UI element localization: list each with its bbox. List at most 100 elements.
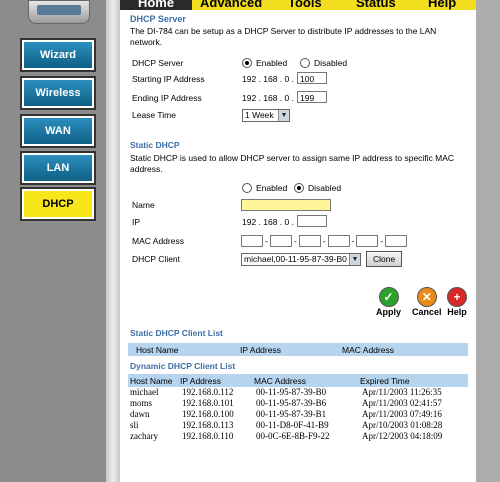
table-row: dawn 192.168.0.100 00-11-95-87-39-B1 Apr… <box>130 409 470 420</box>
lease-time-select[interactable]: 1 Week ▼ <box>242 108 290 122</box>
dhcp-disabled-option[interactable]: Disabled <box>300 58 347 68</box>
static-name-row: Name <box>128 197 470 213</box>
cell-expired: Apr/12/2003 04:18:09 <box>362 431 443 441</box>
col-ip-address: IP Address <box>180 375 221 386</box>
clone-button[interactable]: Clone <box>366 251 403 267</box>
dhcp-enabled-option[interactable]: Enabled <box>242 58 287 68</box>
divider <box>106 0 120 482</box>
start-ip-prefix: 192 . 168 . 0 . <box>242 74 294 84</box>
dynamic-list-header: Host Name IP Address MAC Address Expired… <box>128 374 468 387</box>
static-ip-row: IP 192 . 168 . 0 . <box>128 214 470 230</box>
table-row: zachary 192.168.0.110 00-0C-6E-8B-F9-22 … <box>130 431 470 442</box>
mac-address-inputs: - - - - - <box>241 235 408 247</box>
sidebar-item-label: WAN <box>45 125 71 137</box>
mac-input-5[interactable] <box>356 235 379 247</box>
cell-ip: 192.168.0.101 <box>182 398 234 408</box>
x-icon: ✕ <box>416 287 437 307</box>
mac-input-1[interactable] <box>241 235 263 247</box>
mac-sep: - <box>293 236 297 246</box>
section-title-dynamic-list: Dynamic DHCP Client List <box>130 361 236 371</box>
cell-ip: 192.168.0.110 <box>182 431 234 441</box>
mac-sep: - <box>265 236 268 246</box>
radio-static-enabled[interactable] <box>242 183 252 193</box>
mac-input-4[interactable] <box>327 235 350 247</box>
sidebar-item-label: Wireless <box>35 87 81 99</box>
cell-ip: 192.168.0.113 <box>182 420 234 430</box>
radio-disabled[interactable] <box>300 58 310 68</box>
router-image <box>28 0 90 24</box>
sidebar-item-dhcp[interactable]: DHCP <box>22 189 94 219</box>
start-ip-label: Starting IP Address <box>132 74 205 84</box>
end-ip-label: Ending IP Address <box>132 93 202 103</box>
sidebar-item-wizard[interactable]: Wizard <box>22 40 94 70</box>
radio-enabled-label: Enabled <box>256 58 288 68</box>
col-host-name: Host Name <box>130 375 173 386</box>
cell-mac: 00-0C-6E-8B-F9-22 <box>256 431 330 441</box>
name-label: Name <box>132 200 155 210</box>
sidebar-item-wireless[interactable]: Wireless <box>22 78 94 108</box>
left-nav-panel: Wizard Wireless WAN LAN DHCP <box>0 0 106 482</box>
cell-ip: 192.168.0.112 <box>182 387 234 397</box>
static-mac-row: MAC Address - - - - - <box>128 233 470 249</box>
mac-label: MAC Address <box>132 236 184 246</box>
end-ip-prefix: 192 . 168 . 0 . <box>242 93 294 103</box>
chevron-down-icon: ▼ <box>349 253 360 265</box>
col-expired-time: Expired Time <box>360 375 410 386</box>
apply-label: Apply <box>376 307 402 317</box>
dynamic-list-body: michael 192.168.0.112 00-11-95-87-39-B0 … <box>130 387 470 442</box>
cell-mac: 00-11-D8-0F-41-B9 <box>256 420 329 430</box>
tab-home[interactable]: Home <box>120 0 192 10</box>
mac-input-6[interactable] <box>385 235 408 247</box>
mac-sep: - <box>380 236 384 246</box>
radio-static-disabled[interactable] <box>294 183 304 193</box>
dhcp-client-value: michael,00-11-95-87-39-B0 <box>244 254 347 264</box>
right-margin-panel <box>476 0 500 482</box>
sidebar-item-wan[interactable]: WAN <box>22 116 94 146</box>
col-mac-address: MAC Address <box>254 375 306 386</box>
static-enabled-option[interactable]: Enabled <box>242 183 287 193</box>
tab-tools[interactable]: Tools <box>288 0 322 10</box>
dhcp-client-row: DHCP Client michael,00-11-95-87-39-B0 ▼ C… <box>128 251 470 267</box>
apply-button[interactable]: ✓ Apply <box>376 287 401 317</box>
table-row: sli 192.168.0.113 00-11-D8-0F-41-B9 Apr/… <box>130 420 470 431</box>
top-tabs: Home Advanced Tools Status Help <box>120 0 476 10</box>
cell-expired: Apr/11/2003 02:41:57 <box>362 398 442 408</box>
dhcp-server-label: DHCP Server <box>132 58 184 68</box>
help-button[interactable]: + Help <box>447 287 467 317</box>
cell-ip: 192.168.0.100 <box>182 409 234 419</box>
cell-host: zachary <box>130 431 158 441</box>
tab-status[interactable]: Status <box>356 0 396 10</box>
static-state-row: Enabled Disabled <box>128 180 470 196</box>
name-input[interactable] <box>241 199 331 211</box>
main-panel: Home Advanced Tools Status Help DHCP Ser… <box>120 0 476 482</box>
dhcp-content: DHCP Server The DI-784 can be setup as a… <box>128 12 470 48</box>
section-title-static-dhcp: Static DHCP <box>130 140 180 150</box>
cancel-label: Cancel <box>412 307 442 317</box>
end-ip-input[interactable]: 199 <box>297 91 327 103</box>
sidebar-item-lan[interactable]: LAN <box>22 153 94 183</box>
tab-advanced[interactable]: Advanced <box>200 0 262 10</box>
mac-sep: - <box>351 236 355 246</box>
col-mac-address: MAC Address <box>342 344 394 355</box>
help-label: Help <box>447 307 467 317</box>
dhcp-client-label: DHCP Client <box>132 254 181 264</box>
mac-input-2[interactable] <box>269 235 292 247</box>
mac-input-3[interactable] <box>298 235 321 247</box>
radio-enabled[interactable] <box>242 58 252 68</box>
static-ip-prefix: 192 . 168 . 0 . <box>242 217 294 227</box>
cell-expired: Apr/11/2003 11:26:35 <box>362 387 442 397</box>
static-disabled-option[interactable]: Disabled <box>294 183 341 193</box>
lease-time-row: Lease Time 1 Week ▼ <box>128 107 470 123</box>
mac-sep: - <box>322 236 326 246</box>
cell-expired: Apr/10/2003 01:08:28 <box>362 420 443 430</box>
static-list-header: Host Name IP Address MAC Address <box>128 343 468 356</box>
start-ip-input[interactable]: 100 <box>297 72 327 84</box>
cell-host: moms <box>130 398 153 408</box>
static-ip-input[interactable] <box>297 215 327 227</box>
cancel-button[interactable]: ✕ Cancel <box>412 287 442 317</box>
tab-help[interactable]: Help <box>428 0 456 10</box>
radio-disabled-label: Disabled <box>314 58 348 68</box>
cell-host: sli <box>130 420 139 430</box>
sidebar-item-label: DHCP <box>42 198 74 210</box>
dhcp-client-select[interactable]: michael,00-11-95-87-39-B0 ▼ <box>241 252 361 266</box>
